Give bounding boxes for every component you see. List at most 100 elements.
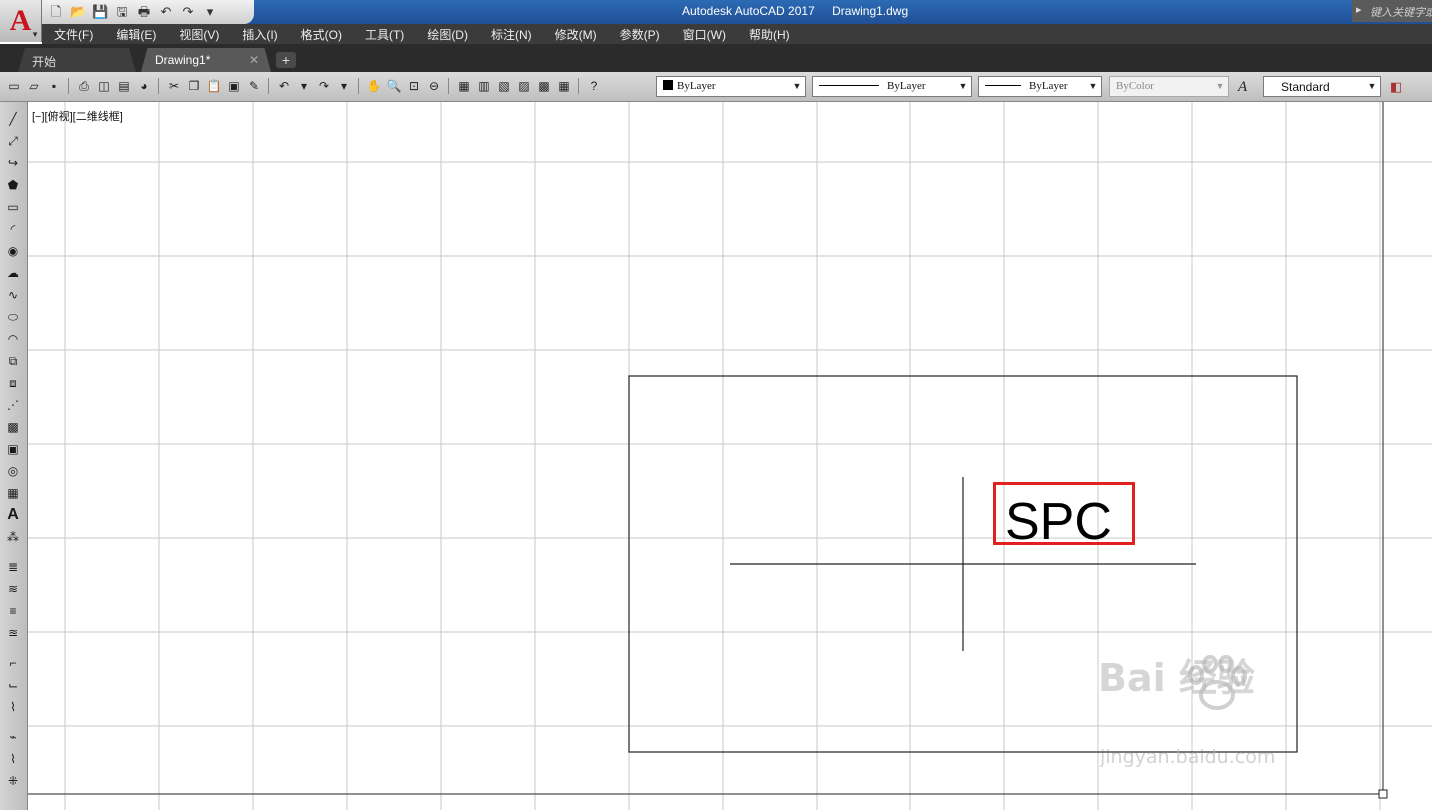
color-control-select[interactable]: ByLayer ▼ bbox=[656, 76, 806, 97]
tab-drawing1[interactable]: Drawing1* ✕ bbox=[141, 48, 271, 72]
design-center-icon[interactable]: ▥ bbox=[476, 78, 492, 94]
menu-view[interactable]: 视图(V) bbox=[179, 26, 219, 43]
open-file-icon[interactable]: 📂 bbox=[70, 4, 86, 20]
help-icon[interactable]: ? bbox=[586, 78, 602, 94]
make-block-icon[interactable]: ⧈ bbox=[4, 374, 22, 392]
separator bbox=[448, 78, 450, 94]
explode-icon[interactable]: ⁜ bbox=[4, 772, 22, 790]
app-name: Autodesk AutoCAD 2017 bbox=[682, 4, 815, 18]
copy-icon[interactable]: ❐ bbox=[186, 78, 202, 94]
redo-icon[interactable]: ↷ bbox=[316, 78, 332, 94]
tool-palettes-icon[interactable]: ▧ bbox=[496, 78, 512, 94]
multiline-text-icon[interactable]: A bbox=[4, 506, 22, 524]
lineweight-control-select[interactable]: ByLayer ▼ bbox=[978, 76, 1102, 97]
gradient-icon[interactable]: ▣ bbox=[4, 440, 22, 458]
layer-previous-icon[interactable]: ≡ bbox=[4, 602, 22, 620]
close-icon[interactable]: ✕ bbox=[249, 53, 259, 67]
menu-tools[interactable]: 工具(T) bbox=[365, 26, 404, 43]
viewport-controls-label[interactable]: [−][俯视][二维线框] bbox=[32, 108, 123, 124]
menu-parametric[interactable]: 参数(P) bbox=[620, 26, 660, 43]
hatch-icon[interactable]: ▩ bbox=[4, 418, 22, 436]
grip-handle[interactable] bbox=[1378, 789, 1388, 799]
plot-icon[interactable]: ⎙ bbox=[76, 78, 92, 94]
drawing-canvas[interactable]: [−][俯视][二维线框] SPC Bai 经验 jingyan.baidu.c… bbox=[28, 102, 1432, 810]
redo-icon[interactable]: ↷ bbox=[180, 4, 196, 20]
linetype-control-select[interactable]: ByLayer ▼ bbox=[812, 76, 972, 97]
markup-icon[interactable]: ▩ bbox=[536, 78, 552, 94]
cut-icon[interactable]: ✂ bbox=[166, 78, 182, 94]
layer-state-icon[interactable]: ≋ bbox=[4, 580, 22, 598]
add-selected-icon[interactable]: ⁂ bbox=[4, 528, 22, 546]
rectangle-icon[interactable]: ▭ bbox=[4, 198, 22, 216]
chevron-down-icon: ▼ bbox=[958, 81, 968, 91]
pan-icon[interactable]: ✋ bbox=[366, 78, 382, 94]
layer-icon[interactable]: ≣ bbox=[4, 558, 22, 576]
new-file-icon[interactable]: 🗋 bbox=[48, 4, 64, 20]
3d-print-icon[interactable]: ◕ bbox=[136, 78, 152, 94]
search-input[interactable]: 键入关键字或 bbox=[1352, 0, 1432, 22]
polygon-icon[interactable]: ⬟ bbox=[4, 176, 22, 194]
break-icon[interactable]: ⌇ bbox=[4, 750, 22, 768]
menu-help[interactable]: 帮助(H) bbox=[749, 26, 790, 43]
revision-cloud-icon[interactable]: ☁ bbox=[4, 264, 22, 282]
spline-icon[interactable]: ∿ bbox=[4, 286, 22, 304]
print-icon[interactable]: 🖶 bbox=[136, 4, 152, 20]
highlight-box bbox=[993, 482, 1135, 545]
construction-line-icon[interactable]: ⤢ bbox=[4, 132, 22, 150]
dimension-style-icon[interactable]: ◧ bbox=[1390, 79, 1402, 95]
sheet-set-icon[interactable]: ▨ bbox=[516, 78, 532, 94]
paste-icon[interactable]: 📋 bbox=[206, 78, 222, 94]
open-icon[interactable]: ▱ bbox=[26, 78, 42, 94]
menu-bar: 文件(F) 编辑(E) 视图(V) 插入(I) 格式(O) 工具(T) 绘图(D… bbox=[42, 24, 1432, 44]
redo-dropdown-icon[interactable]: ▾ bbox=[336, 78, 352, 94]
blend-icon[interactable]: ⌇ bbox=[4, 698, 22, 716]
menu-format[interactable]: 格式(O) bbox=[301, 26, 342, 43]
save-icon[interactable]: ▪ bbox=[46, 78, 62, 94]
match-properties-icon[interactable]: ▣ bbox=[226, 78, 242, 94]
menu-dimension[interactable]: 标注(N) bbox=[491, 26, 532, 43]
menu-modify[interactable]: 修改(M) bbox=[555, 26, 597, 43]
block-editor-icon[interactable]: ✎ bbox=[246, 78, 262, 94]
ellipse-arc-icon[interactable]: ◠ bbox=[4, 330, 22, 348]
menu-draw[interactable]: 绘图(D) bbox=[427, 26, 468, 43]
new-icon[interactable]: ▭ bbox=[6, 78, 22, 94]
line-icon[interactable]: ╱ bbox=[4, 110, 22, 128]
table-icon[interactable]: ▦ bbox=[4, 484, 22, 502]
calculator-icon[interactable]: ▦ bbox=[556, 78, 572, 94]
point-icon[interactable]: ⋰ bbox=[4, 396, 22, 414]
layer-isolate-icon[interactable]: ≊ bbox=[4, 624, 22, 642]
chamfer-icon[interactable]: ⌙ bbox=[4, 676, 22, 694]
new-tab-button[interactable]: + bbox=[276, 52, 296, 68]
menu-edit[interactable]: 编辑(E) bbox=[116, 26, 156, 43]
publish-icon[interactable]: ▤ bbox=[116, 78, 132, 94]
undo-icon[interactable]: ↶ bbox=[276, 78, 292, 94]
undo-dropdown-icon[interactable]: ▾ bbox=[296, 78, 312, 94]
zoom-previous-icon[interactable]: ⊖ bbox=[426, 78, 442, 94]
tab-start[interactable]: 开始 bbox=[18, 48, 136, 72]
text-style-select[interactable]: Standard ▼ bbox=[1263, 76, 1381, 97]
undo-icon[interactable]: ↶ bbox=[158, 4, 174, 20]
menu-insert[interactable]: 插入(I) bbox=[242, 26, 277, 43]
save-icon[interactable]: 💾 bbox=[92, 4, 108, 20]
circle-icon[interactable]: ◉ bbox=[4, 242, 22, 260]
customize-qat-icon[interactable]: ▾ bbox=[202, 4, 218, 20]
menu-window[interactable]: 窗口(W) bbox=[683, 26, 726, 43]
plot-preview-icon[interactable]: ◫ bbox=[96, 78, 112, 94]
region-icon[interactable]: ◎ bbox=[4, 462, 22, 480]
application-menu-button[interactable]: A ▼ bbox=[0, 0, 42, 42]
join-icon[interactable]: ⌁ bbox=[4, 728, 22, 746]
watermark-logo: Bai 经验 bbox=[1098, 656, 1255, 700]
fillet-icon[interactable]: ⌐ bbox=[4, 654, 22, 672]
chevron-down-icon: ▼ bbox=[1215, 81, 1225, 91]
zoom-realtime-icon[interactable]: 🔍 bbox=[386, 78, 402, 94]
properties-icon[interactable]: ▦ bbox=[456, 78, 472, 94]
ellipse-icon[interactable]: ⬭ bbox=[4, 308, 22, 326]
lineweight-preview bbox=[985, 85, 1021, 86]
save-as-icon[interactable]: 🖫 bbox=[114, 4, 130, 20]
zoom-window-icon[interactable]: ⊡ bbox=[406, 78, 422, 94]
menu-file[interactable]: 文件(F) bbox=[54, 26, 93, 43]
arc-icon[interactable]: ◜ bbox=[4, 220, 22, 238]
polyline-icon[interactable]: ↪ bbox=[4, 154, 22, 172]
insert-block-icon[interactable]: ⧉ bbox=[4, 352, 22, 370]
text-style-icon[interactable]: A bbox=[1238, 79, 1247, 96]
